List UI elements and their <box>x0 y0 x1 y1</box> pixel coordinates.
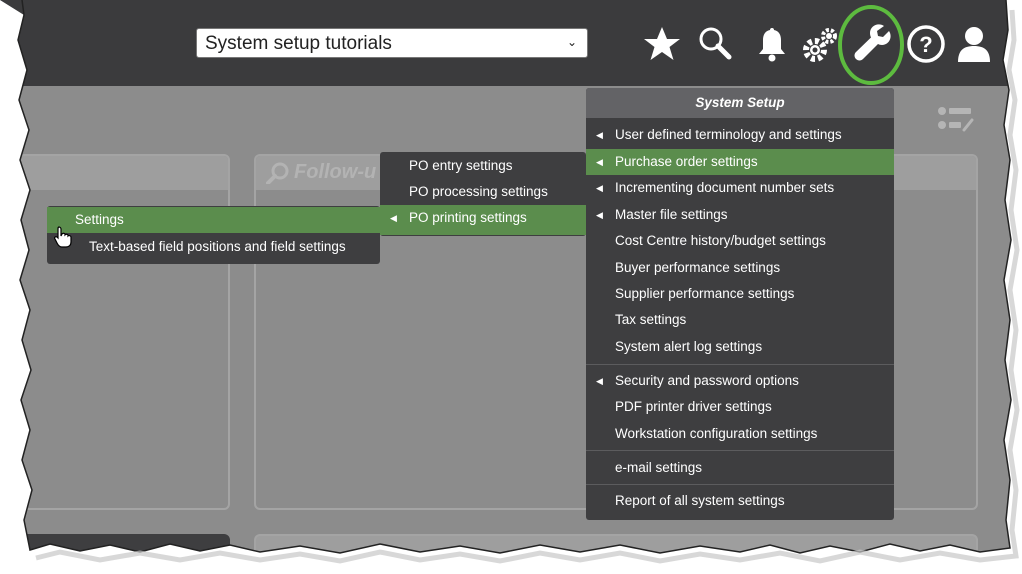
menu-item-purchase-order-settings[interactable]: ◀ Purchase order settings <box>586 149 894 175</box>
menu-separator <box>586 364 894 365</box>
panel-header <box>0 156 228 190</box>
po-printing-submenu: Settings Text-based field positions and … <box>47 206 380 264</box>
list-settings-icon[interactable] <box>936 104 976 134</box>
menu-item-po-processing-settings[interactable]: PO processing settings <box>380 179 586 205</box>
screenshot-frame: System setup tutorials ⌄ ? Follow-u Syst… <box>0 0 1022 574</box>
bottom-left-panel <box>20 534 230 574</box>
submenu-arrow-icon: ◀ <box>596 130 603 140</box>
search-icon[interactable] <box>696 24 736 64</box>
menu-item-text-based-field-positions[interactable]: Text-based field positions and field set… <box>47 234 380 260</box>
po-settings-submenu: PO entry settings PO processing settings… <box>380 152 586 236</box>
menu-separator <box>586 450 894 451</box>
star-icon[interactable] <box>642 24 682 64</box>
bottom-right-panel <box>254 534 978 574</box>
panel-title: Follow-u <box>294 161 377 183</box>
submenu-arrow-icon: ◀ <box>390 213 397 223</box>
submenu-arrow-icon: ◀ <box>596 376 603 386</box>
user-icon[interactable] <box>954 24 994 64</box>
menu-item-master-file-settings[interactable]: ◀ Master file settings <box>586 202 894 228</box>
bell-icon[interactable] <box>752 24 792 64</box>
menu-item-system-alert-log-settings[interactable]: System alert log settings <box>586 334 894 360</box>
menu-item-security-and-password-options[interactable]: ◀ Security and password options <box>586 368 894 394</box>
menu-item-cost-centre-settings[interactable]: Cost Centre history/budget settings <box>586 228 894 254</box>
panel-header <box>882 156 976 190</box>
menu-item-report-of-all-system-settings[interactable]: Report of all system settings <box>586 488 894 514</box>
menu-item-settings[interactable]: Settings <box>47 207 380 233</box>
menu-item-pdf-printer-driver-settings[interactable]: PDF printer driver settings <box>586 394 894 420</box>
gears-icon[interactable] <box>800 24 840 64</box>
svg-text:?: ? <box>919 32 932 57</box>
wrench-icon[interactable] <box>836 2 906 86</box>
search-icon <box>266 162 290 184</box>
submenu-arrow-icon: ◀ <box>596 210 603 220</box>
menu-item-incrementing-document-number-sets[interactable]: ◀ Incrementing document number sets <box>586 175 894 201</box>
menu-item-supplier-performance-settings[interactable]: Supplier performance settings <box>586 281 894 307</box>
menu-item-tax-settings[interactable]: Tax settings <box>586 307 894 333</box>
system-setup-menu-title: System Setup <box>586 88 894 118</box>
tutorial-select-value: System setup tutorials <box>205 33 392 54</box>
chevron-down-icon: ⌄ <box>566 35 577 49</box>
menu-item-workstation-configuration-settings[interactable]: Workstation configuration settings <box>586 421 894 447</box>
top-toolbar: System setup tutorials ⌄ ? <box>0 0 1022 86</box>
submenu-arrow-icon: ◀ <box>596 183 603 193</box>
menu-item-po-entry-settings[interactable]: PO entry settings <box>380 153 586 179</box>
menu-item-user-defined-terminology[interactable]: ◀ User defined terminology and settings <box>586 122 894 148</box>
hand-cursor-icon <box>54 226 72 248</box>
help-icon[interactable]: ? <box>906 24 946 64</box>
right-dashboard-panel <box>880 154 978 510</box>
screenshot-content: System setup tutorials ⌄ ? Follow-u Syst… <box>0 0 1022 574</box>
menu-separator <box>586 484 894 485</box>
menu-item-po-printing-settings[interactable]: ◀ PO printing settings <box>380 205 586 235</box>
menu-item-buyer-performance-settings[interactable]: Buyer performance settings <box>586 255 894 281</box>
system-setup-menu: System Setup ◀ User defined terminology … <box>586 88 894 520</box>
submenu-arrow-icon: ◀ <box>596 157 603 167</box>
tutorial-select[interactable]: System setup tutorials ⌄ <box>196 28 588 58</box>
menu-item-email-settings[interactable]: e-mail settings <box>586 455 894 481</box>
